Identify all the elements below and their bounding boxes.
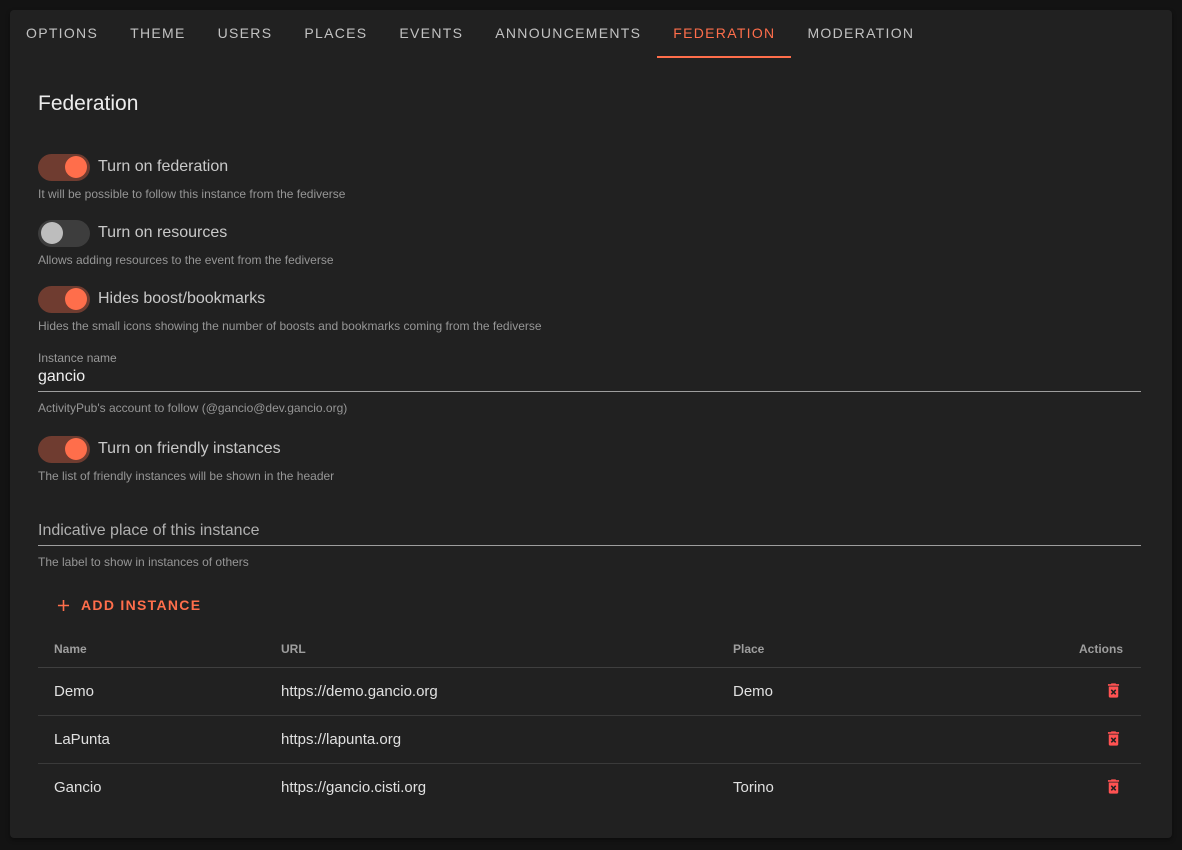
tab-events[interactable]: EVENTS — [383, 10, 479, 58]
admin-panel-card: OPTIONS THEME USERS PLACES EVENTS ANNOUN… — [10, 10, 1172, 838]
toggle-thumb — [65, 156, 87, 178]
tab-moderation[interactable]: MODERATION — [791, 10, 930, 58]
tab-federation[interactable]: FEDERATION — [657, 10, 791, 58]
federation-toggle-hint: It will be possible to follow this insta… — [38, 187, 1141, 201]
federation-toggle-label: Turn on federation — [98, 158, 228, 176]
friendly-toggle-label: Turn on friendly instances — [98, 440, 281, 458]
resources-toggle-label: Turn on resources — [98, 224, 227, 242]
delete-instance-button[interactable] — [1102, 775, 1125, 798]
friendly-instances-toggle[interactable] — [38, 436, 90, 463]
instance-name-label: Instance name — [38, 351, 1141, 365]
toggle-thumb — [65, 438, 87, 460]
resources-toggle-hint: Allows adding resources to the event fro… — [38, 253, 1141, 267]
trash-icon — [1104, 736, 1123, 751]
instance-name-hint: ActivityPub's account to follow (@gancio… — [38, 401, 1141, 415]
column-header-name: Name — [38, 632, 265, 668]
trash-icon — [1104, 784, 1123, 799]
instance-name-input[interactable] — [38, 365, 1141, 392]
resources-toggle-row: Turn on resources — [38, 219, 1141, 247]
instance-place-field: The label to show in instances of others — [38, 519, 1141, 569]
tab-places[interactable]: PLACES — [288, 10, 383, 58]
federation-toggle[interactable] — [38, 154, 90, 181]
instance-place-hint: The label to show in instances of others — [38, 555, 1141, 569]
table-header-row: Name URL Place Actions — [38, 632, 1141, 668]
toggle-thumb — [65, 288, 87, 310]
instance-url-cell: https://demo.gancio.org — [265, 668, 717, 716]
plus-icon — [54, 596, 73, 615]
federation-toggle-row: Turn on federation — [38, 153, 1141, 181]
add-instance-label: ADD INSTANCE — [81, 597, 201, 613]
delete-instance-button[interactable] — [1102, 727, 1125, 750]
boost-toggle[interactable] — [38, 286, 90, 313]
trash-icon — [1104, 688, 1123, 703]
tab-options[interactable]: OPTIONS — [10, 10, 114, 58]
tab-users[interactable]: USERS — [202, 10, 289, 58]
table-row: Gancio https://gancio.cisti.org Torino — [38, 764, 1141, 812]
add-instance-button[interactable]: ADD INSTANCE — [48, 591, 207, 619]
instance-place-cell — [717, 716, 1063, 764]
tab-theme[interactable]: THEME — [114, 10, 202, 58]
instance-name-cell: Demo — [38, 668, 265, 716]
boost-toggle-hint: Hides the small icons showing the number… — [38, 319, 1141, 333]
toggle-thumb — [41, 222, 63, 244]
instances-table: Name URL Place Actions Demo https://demo… — [38, 632, 1141, 812]
table-row: Demo https://demo.gancio.org Demo — [38, 668, 1141, 716]
column-header-actions: Actions — [1063, 632, 1141, 668]
friendly-toggle-row: Turn on friendly instances — [38, 435, 1141, 463]
instance-place-cell: Torino — [717, 764, 1063, 812]
instance-name-cell: LaPunta — [38, 716, 265, 764]
table-row: LaPunta https://lapunta.org — [38, 716, 1141, 764]
column-header-url: URL — [265, 632, 717, 668]
delete-instance-button[interactable] — [1102, 679, 1125, 702]
friendly-toggle-hint: The list of friendly instances will be s… — [38, 469, 1141, 483]
instance-name-cell: Gancio — [38, 764, 265, 812]
resources-toggle[interactable] — [38, 220, 90, 247]
boost-toggle-label: Hides boost/bookmarks — [98, 290, 265, 308]
instance-place-input[interactable] — [38, 519, 1141, 546]
admin-tabbar: OPTIONS THEME USERS PLACES EVENTS ANNOUN… — [10, 10, 1172, 58]
instance-url-cell: https://gancio.cisti.org — [265, 764, 717, 812]
column-header-place: Place — [717, 632, 1063, 668]
instance-name-field: Instance name ActivityPub's account to f… — [38, 351, 1141, 415]
instance-url-cell: https://lapunta.org — [265, 716, 717, 764]
page-title: Federation — [38, 92, 1141, 116]
instance-place-cell: Demo — [717, 668, 1063, 716]
tab-announcements[interactable]: ANNOUNCEMENTS — [479, 10, 657, 58]
boost-toggle-row: Hides boost/bookmarks — [38, 285, 1141, 313]
